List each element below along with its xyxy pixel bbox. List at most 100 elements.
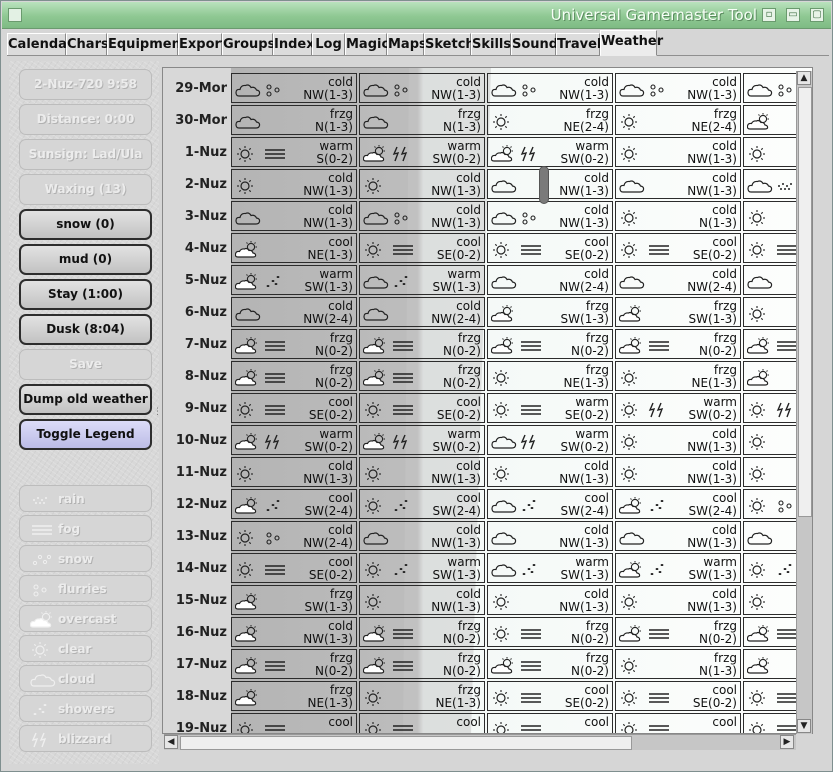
weather-cell[interactable]: frzg SW(1-3) (231, 585, 357, 615)
weather-cell[interactable]: cool (615, 713, 741, 733)
close-button[interactable]: ▢ (810, 8, 824, 22)
save-button[interactable]: Save (19, 349, 152, 380)
tab-chars[interactable]: Chars (66, 33, 109, 55)
2-nuz-720-9-58-button[interactable]: 2-Nuz-720 9:58 (19, 69, 152, 100)
dusk-8-04-button[interactable]: Dusk (8:04) (19, 314, 152, 345)
weather-cell[interactable]: cool SW(2-4) (487, 489, 613, 519)
weather-cell[interactable]: frzg NE(1-3) (615, 361, 741, 391)
weather-cell[interactable]: cool SE(0-2) (231, 393, 357, 423)
horizontal-scrollbar[interactable]: ◀ ▶ (164, 734, 796, 750)
weather-cell[interactable]: cold NW(1-3) (615, 457, 741, 487)
weather-cell[interactable]: frzg NE(1-3) (359, 681, 485, 711)
weather-cell[interactable]: cold NW(2-4) (487, 265, 613, 295)
scroll-up-button[interactable]: ▲ (797, 71, 811, 85)
weather-cell[interactable]: cool (487, 713, 613, 733)
weather-cell[interactable]: frzg NE(2-4) (615, 105, 741, 135)
weather-cell[interactable]: cold NW(1-3) (359, 73, 485, 103)
weather-cell[interactable]: cool (359, 713, 485, 733)
weather-cell[interactable]: warm SE(0-2) (487, 393, 613, 423)
weather-cell[interactable]: warm SW(1-3) (231, 265, 357, 295)
weather-cell[interactable]: cold NW(2-4) (231, 521, 357, 551)
weather-cell[interactable]: frzg N(0-2) (487, 649, 613, 679)
weather-cell[interactable]: cool (231, 713, 357, 733)
mud-0-button[interactable]: mud (0) (19, 244, 152, 275)
legend-showers-button[interactable]: showers (19, 695, 152, 722)
weather-cell[interactable]: cold NW(1-3) (487, 457, 613, 487)
weather-cell[interactable]: cold NW(2-4) (615, 265, 741, 295)
drag-marker[interactable] (539, 166, 549, 204)
weather-cell[interactable]: cold NW(1-3) (615, 425, 741, 455)
weather-cell[interactable]: cool NE(1-3) (231, 233, 357, 263)
horizontal-scroll-thumb[interactable] (180, 736, 632, 750)
tab-log[interactable]: Log (312, 33, 345, 55)
weather-cell[interactable]: cold NW(1-3) (359, 201, 485, 231)
legend-snow-button[interactable]: snow (19, 545, 152, 572)
maximize-button[interactable]: ▭ (786, 8, 800, 22)
weather-cell[interactable]: warm SW(1-3) (359, 265, 485, 295)
weather-cell[interactable]: cold NW(1-3) (359, 521, 485, 551)
weather-cell[interactable]: warm SW(1-3) (487, 553, 613, 583)
tab-magic[interactable]: Magic (345, 33, 389, 55)
weather-cell[interactable]: warm SW(0-2) (359, 137, 485, 167)
weather-cell[interactable]: frzg NE(1-3) (231, 681, 357, 711)
tab-skills[interactable]: Skills (471, 33, 511, 55)
tab-maps[interactable]: Maps (387, 33, 427, 55)
weather-cell[interactable]: cool SE(0-2) (615, 233, 741, 263)
weather-cell[interactable]: cold NW(1-3) (615, 137, 741, 167)
weather-cell[interactable]: cool SW(2-4) (615, 489, 741, 519)
weather-cell[interactable]: cold NW(1-3) (231, 617, 357, 647)
distance-0-00-button[interactable]: Distance: 0:00 (19, 104, 152, 135)
weather-cell[interactable]: frzg N(0-2) (231, 649, 357, 679)
weather-cell[interactable]: frzg SW(1-3) (487, 297, 613, 327)
weather-cell[interactable]: cold NW(1-3) (487, 201, 613, 231)
weather-cell[interactable]: cold NW(1-3) (359, 169, 485, 199)
scroll-down-button[interactable]: ▼ (797, 719, 811, 733)
weather-cell[interactable]: frzg N(0-2) (359, 329, 485, 359)
weather-cell[interactable]: frzg N(0-2) (359, 617, 485, 647)
weather-cell[interactable]: cool SW(2-4) (231, 489, 357, 519)
tab-equipment[interactable]: Equipment (107, 33, 187, 55)
weather-cell[interactable]: warm SW(0-2) (487, 425, 613, 455)
pane-splitter-handle[interactable]: ⋮ (153, 407, 162, 417)
weather-cell[interactable]: warm SW(0-2) (487, 137, 613, 167)
snow-0-button[interactable]: snow (0) (19, 209, 152, 240)
weather-cell[interactable]: warm SW(1-3) (359, 553, 485, 583)
tab-index[interactable]: Index (273, 33, 315, 55)
weather-cell[interactable]: cold NW(1-3) (231, 201, 357, 231)
weather-cell[interactable]: cool SW(2-4) (359, 489, 485, 519)
weather-cell[interactable]: warm SW(0-2) (231, 425, 357, 455)
dump-old-weather-button[interactable]: Dump old weather (19, 384, 152, 415)
tab-sound[interactable]: Sound (511, 33, 558, 55)
weather-cell[interactable]: frzg N(0-2) (359, 361, 485, 391)
weather-cell[interactable]: cold NW(1-3) (615, 169, 741, 199)
weather-cell[interactable]: cold NW(2-4) (231, 297, 357, 327)
tab-travel[interactable]: Travel (556, 33, 601, 55)
weather-cell[interactable]: cold NW(1-3) (487, 585, 613, 615)
legend-flurries-button[interactable]: flurries (19, 575, 152, 602)
weather-cell[interactable]: frzg N(0-2) (231, 329, 357, 359)
weather-cell[interactable]: cold NW(1-3) (487, 73, 613, 103)
legend-fog-button[interactable]: fog (19, 515, 152, 542)
weather-cell[interactable]: frzg N(0-2) (487, 617, 613, 647)
scroll-left-button[interactable]: ◀ (164, 735, 178, 749)
weather-cell[interactable]: cool SE(0-2) (487, 233, 613, 263)
weather-cell[interactable]: cool SE(0-2) (487, 681, 613, 711)
weather-cell[interactable]: cold N(1-3) (615, 201, 741, 231)
waxing-13-button[interactable]: Waxing (13) (19, 174, 152, 205)
tab-export[interactable]: Export (178, 33, 227, 55)
legend-clear-button[interactable]: clear (19, 635, 152, 662)
weather-cell[interactable]: cool SE(0-2) (231, 553, 357, 583)
stay-1-00-button[interactable]: Stay (1:00) (19, 279, 152, 310)
weather-cell[interactable]: frzg N(0-2) (615, 617, 741, 647)
weather-cell[interactable]: warm SW(0-2) (615, 393, 741, 423)
weather-cell[interactable]: cold NW(2-4) (359, 297, 485, 327)
weather-cell[interactable]: cold NW(1-3) (615, 521, 741, 551)
weather-cell[interactable]: warm SW(1-3) (615, 553, 741, 583)
scroll-right-button[interactable]: ▶ (780, 735, 794, 749)
legend-blizzard-button[interactable]: blizzard (19, 725, 152, 752)
weather-cell[interactable]: cold NW(1-3) (359, 585, 485, 615)
weather-cell[interactable]: cold NW(1-3) (487, 169, 613, 199)
tab-sketch[interactable]: Sketch (424, 33, 475, 55)
window-menu-button[interactable] (8, 8, 22, 22)
weather-cell[interactable]: frzg N(0-2) (359, 649, 485, 679)
